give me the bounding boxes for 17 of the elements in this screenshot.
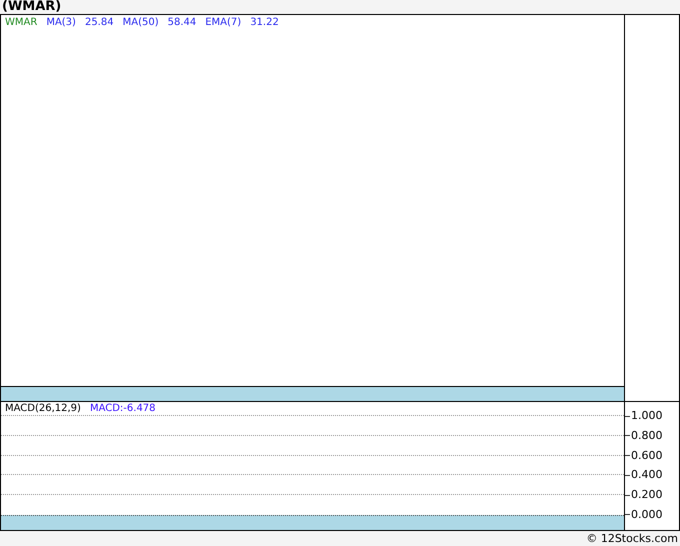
legend-label: WMAR <box>5 16 38 29</box>
legend-label: 31.22 <box>250 16 279 29</box>
legend-label: MA(3) <box>46 16 76 29</box>
copyright-text: © 12Stocks.com <box>586 532 678 545</box>
legend-label: 25.84 <box>84 16 114 29</box>
axis-label: 0.600 <box>631 448 662 463</box>
axis-label: 0.400 <box>631 468 662 482</box>
axis-label: 0.200 <box>631 488 662 502</box>
legend-label: MACD(26,12,9) <box>5 402 81 415</box>
axis-label: 0.800 <box>631 428 662 443</box>
legend-label: 58.44 <box>168 16 196 29</box>
chart-title: (WMAR) <box>1 0 62 14</box>
legend-label: MA(50) <box>122 16 159 29</box>
legend-label: MACD:-6.478 <box>90 402 156 415</box>
legend-label: EMA(7) <box>205 16 242 29</box>
axis-label: 0.000 <box>631 508 662 522</box>
axis-label: 1.000 <box>631 409 662 423</box>
